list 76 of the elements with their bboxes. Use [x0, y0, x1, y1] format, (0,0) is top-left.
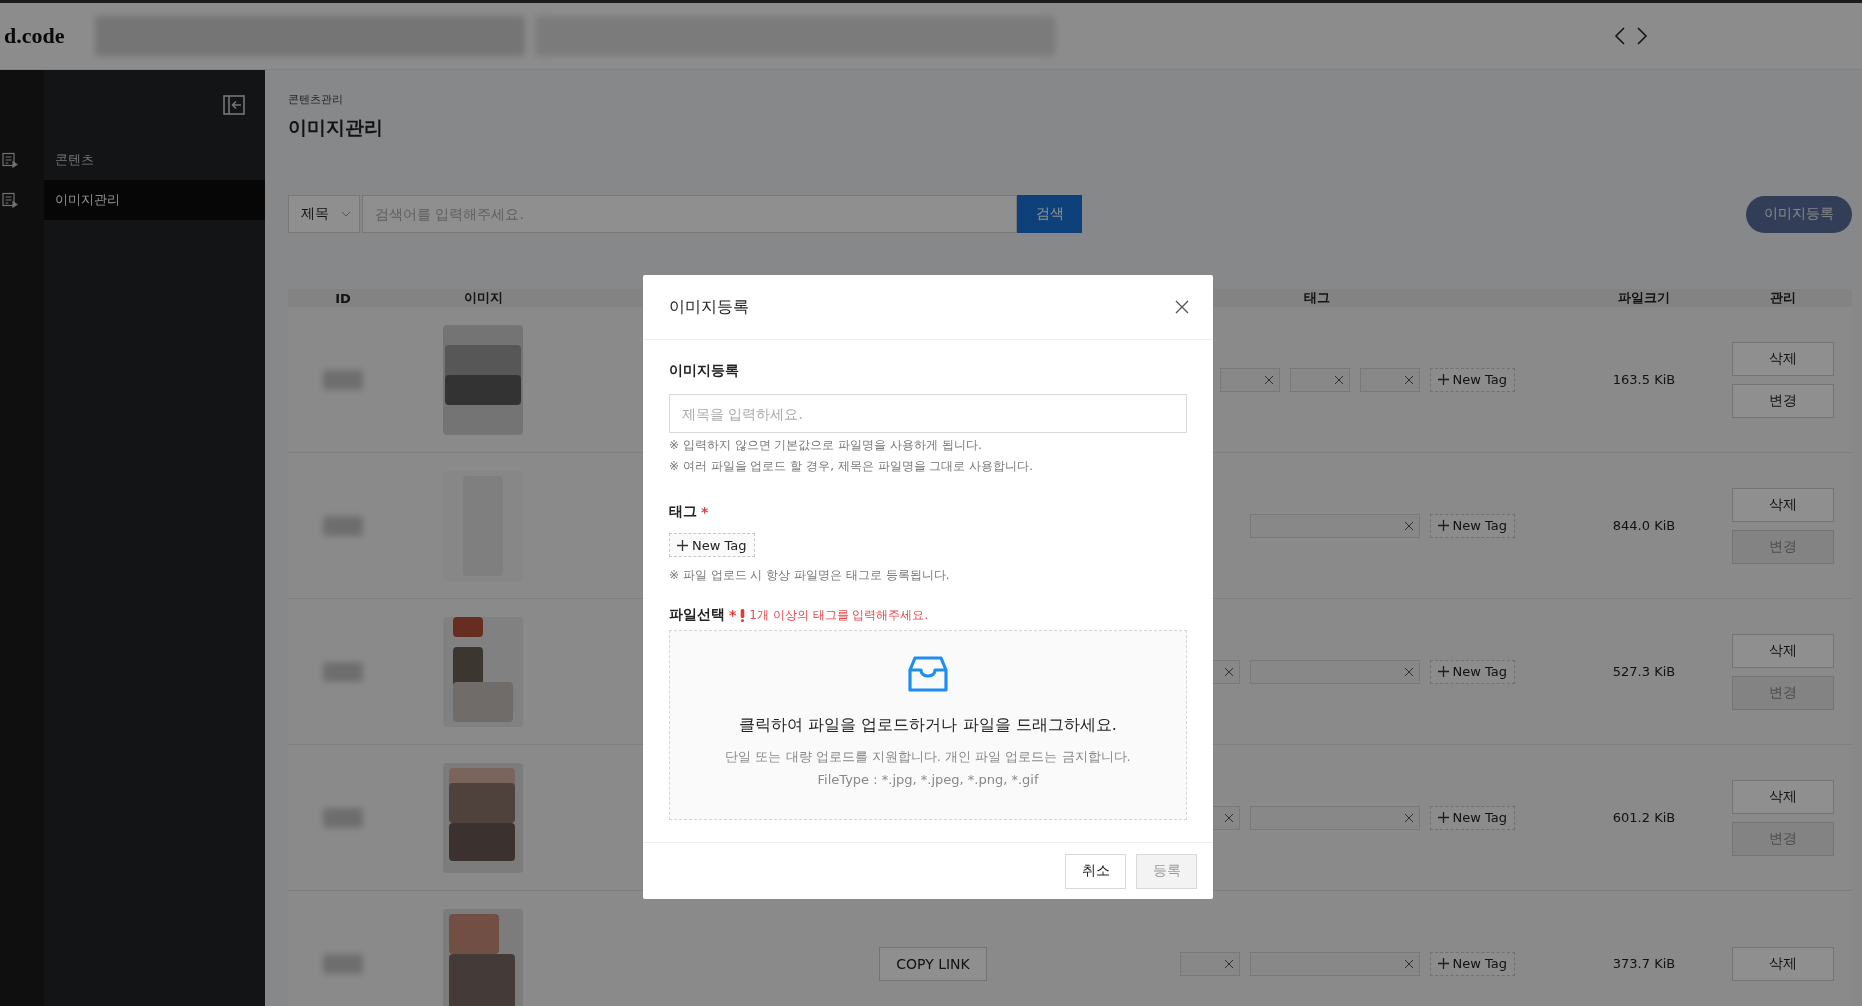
field-label: 태그 — [669, 503, 697, 521]
upload-dropzone[interactable]: 클릭하여 파일을 업로드하거나 파일을 드래그하세요. 단일 또는 대량 업로드를 지원합니다. 개인 파일 업로드는 금지합니다. FileType : *.jpg, *.jpeg, *.png, *.gif — [669, 630, 1187, 820]
copy-link-button[interactable]: COPY LINK — [879, 946, 987, 981]
hint-text: ※ 파일 업로드 시 항상 파일명은 태그로 등록됩니다. — [669, 567, 951, 584]
search-button[interactable]: 검색 — [1017, 195, 1082, 233]
field-label: 이미지등록 — [669, 362, 739, 380]
new-tag-button[interactable]: New Tag — [1429, 367, 1515, 392]
close-icon — [1404, 813, 1413, 822]
blurred-id — [323, 953, 363, 974]
file-size: 527.3 KiB — [1611, 664, 1677, 679]
close-icon — [1224, 667, 1233, 676]
new-tag-button[interactable]: New Tag — [1429, 805, 1515, 830]
upload-note: 단일 또는 대량 업로드를 지원합니다. 개인 파일 업로드는 금지합니다. — [725, 748, 1131, 766]
breadcrumb: 콘텐츠관리 — [288, 92, 344, 107]
delete-button[interactable]: 삭제 — [1731, 946, 1834, 981]
file-size: 601.2 KiB — [1611, 810, 1677, 825]
new-tag-button[interactable]: New Tag — [1429, 659, 1515, 684]
page-title: 이미지관리 — [288, 115, 384, 140]
close-icon — [1224, 813, 1233, 822]
column-header: 이미지 — [462, 289, 504, 307]
plus-icon — [1437, 520, 1449, 531]
blurred-id — [323, 661, 363, 682]
hint-text: ※ 입력하지 않으면 기본값으로 파일명을 사용하게 됩니다. — [669, 437, 983, 454]
close-icon[interactable] — [1175, 300, 1189, 314]
chevron-left-icon[interactable] — [1614, 27, 1626, 45]
title-field[interactable]: 제목을 입력하세요. — [669, 394, 1187, 433]
change-button[interactable]: 변경 — [1731, 383, 1834, 418]
plus-icon — [1437, 666, 1449, 677]
blurred-id — [323, 515, 363, 536]
delete-button[interactable]: 삭제 — [1731, 487, 1834, 522]
column-header: 관리 — [1768, 289, 1797, 307]
new-tag-button[interactable]: New Tag — [1429, 951, 1515, 976]
required-mark: * — [729, 607, 737, 623]
close-icon — [1404, 667, 1413, 676]
file-size: 373.7 KiB — [1611, 956, 1677, 971]
sidebar-item[interactable]: 이미지관리 — [44, 180, 265, 220]
modal-title: 이미지등록 — [669, 296, 749, 318]
file-size: 844.0 KiB — [1611, 518, 1677, 533]
blurred-id — [323, 807, 363, 828]
inbox-icon — [908, 655, 948, 693]
column-header: 파일크기 — [1617, 289, 1671, 307]
upload-instruction: 클릭하여 파일을 업로드하거나 파일을 드래그하세요. — [739, 715, 1117, 736]
column-header: ID — [334, 290, 352, 306]
plus-icon — [1437, 374, 1449, 385]
close-icon — [1404, 959, 1413, 968]
close-icon — [1224, 959, 1233, 968]
field-select[interactable]: 제목 — [288, 195, 360, 233]
list-icon — [2, 152, 18, 168]
plus-icon — [677, 539, 688, 551]
required-mark: * — [701, 504, 709, 520]
delete-button[interactable]: 삭제 — [1731, 779, 1834, 814]
cancel-button[interactable]: 취소 — [1065, 853, 1126, 889]
sidebar-item[interactable]: 콘텐츠 — [44, 140, 265, 180]
delete-button[interactable]: 삭제 — [1731, 341, 1834, 376]
plus-icon — [1437, 812, 1449, 823]
file-size: 163.5 KiB — [1611, 372, 1677, 387]
close-icon — [1404, 375, 1413, 384]
blurred-id — [323, 369, 363, 390]
error-message: 1개 이상의 태그를 입력해주세요. — [749, 606, 929, 624]
new-tag-button[interactable]: New Tag — [669, 533, 755, 557]
collapse-icon[interactable] — [223, 95, 245, 115]
plus-icon — [1437, 958, 1449, 969]
list-icon — [2, 192, 18, 208]
new-tag-button[interactable]: New Tag — [1429, 513, 1515, 538]
chevron-down-icon — [341, 211, 351, 217]
upload-note: FileType : *.jpg, *.jpeg, *.png, *.gif — [817, 772, 1039, 787]
chevron-right-icon[interactable] — [1636, 27, 1648, 45]
close-icon — [1264, 375, 1273, 384]
close-icon — [1404, 521, 1413, 530]
hint-text: ※ 여러 파일을 업로드 할 경우, 제목은 파일명을 그대로 사용합니다. — [669, 458, 1034, 475]
column-header: 태그 — [1302, 289, 1331, 307]
exclamation-icon — [740, 608, 746, 622]
close-icon — [1334, 375, 1343, 384]
logo: d.code — [4, 23, 65, 49]
delete-button[interactable]: 삭제 — [1731, 633, 1834, 668]
field-label: 파일선택 — [669, 606, 725, 624]
